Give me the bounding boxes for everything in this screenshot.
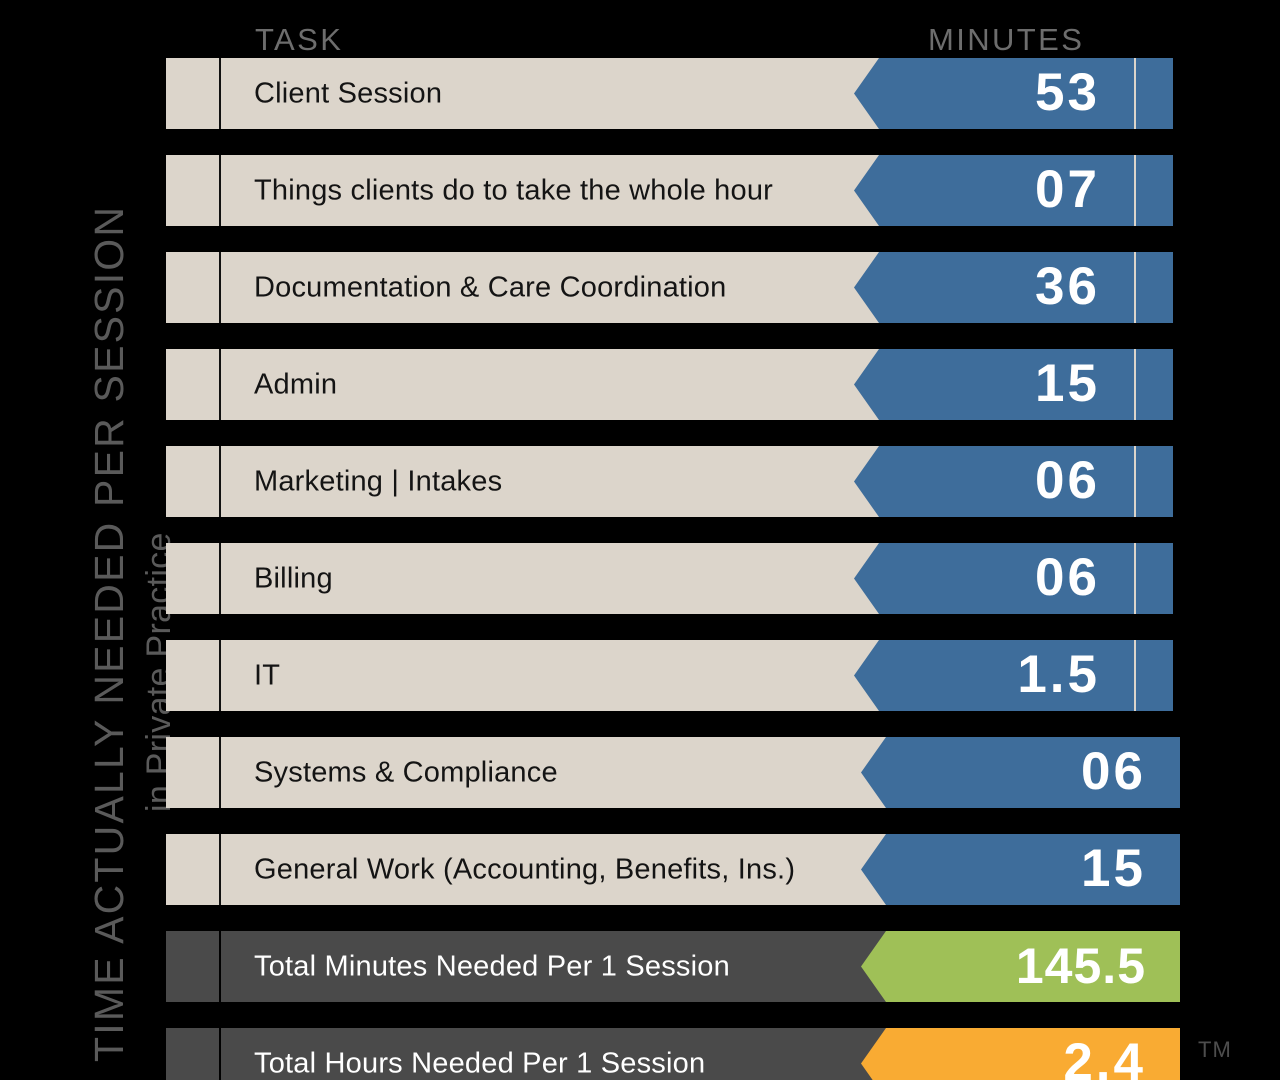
page-title: TIME ACTUALLY NEEDED PER SESSION: [86, 204, 132, 1062]
total-row-total-minutes-needed-per-1-session: Total Minutes Needed Per 1 Session 145.5: [166, 931, 1180, 1002]
row-stub-block: [166, 834, 219, 905]
task-label-client-session: Client Session: [254, 77, 443, 109]
row-stub-block: [166, 1028, 219, 1080]
task-minutes-it: 1.5: [1017, 645, 1100, 704]
undefined: 06: [861, 737, 1180, 808]
row-stub-block: [166, 640, 219, 711]
task-row-it: IT 1.5: [166, 640, 1173, 711]
row-end-cap: [1136, 446, 1173, 517]
row-stub-block: [166, 155, 219, 226]
task-minutes-systems-compliance: 06: [1081, 742, 1146, 801]
task-row-things-clients-do-to-take-the-whole-hour: Things clients do to take the whole hour…: [166, 155, 1173, 226]
task-row-documentation-care-coordination: Documentation & Care Coordination 36: [166, 252, 1173, 323]
row-end-cap: [1136, 640, 1173, 711]
column-header-minutes: MINUTES: [928, 22, 1085, 57]
row-end-cap: [1136, 155, 1173, 226]
total-label-total-hours-needed-per-1-session: Total Hours Needed Per 1 Session: [254, 1047, 706, 1079]
task-row-admin: Admin 15: [166, 349, 1173, 420]
task-minutes-client-session: 53: [1035, 63, 1100, 122]
task-minutes-billing: 06: [1035, 548, 1100, 607]
row-stub-block: [166, 446, 219, 517]
task-label-it: IT: [254, 659, 281, 691]
row-stub-block: [166, 543, 219, 614]
row-stub-block: [166, 349, 219, 420]
task-row-general-work-accounting-benefits-ins: General Work (Accounting, Benefits, Ins.…: [166, 834, 1180, 905]
task-row-systems-compliance: Systems & Compliance 06: [166, 737, 1180, 808]
undefined: 53: [854, 58, 1134, 129]
total-row-total-hours-needed-per-1-session: Total Hours Needed Per 1 Session 2.4: [166, 1028, 1180, 1080]
task-minutes-admin: 15: [1035, 354, 1100, 413]
undefined: 15: [854, 349, 1134, 420]
row-stub-block: [166, 58, 219, 129]
total-label-total-minutes-needed-per-1-session: Total Minutes Needed Per 1 Session: [254, 950, 730, 982]
undefined: 07: [854, 155, 1134, 226]
task-label-marketing-intakes: Marketing | Intakes: [254, 465, 503, 497]
total-value-total-hours-needed-per-1-session: 2.4: [1063, 1033, 1146, 1080]
task-label-admin: Admin: [254, 368, 338, 400]
vertical-title-block: TIME ACTUALLY NEEDED PER SESSION in Priv…: [0, 0, 178, 1080]
row-end-cap: [1136, 58, 1173, 129]
undefined: 15: [861, 834, 1180, 905]
trademark-mark: TM: [1198, 1037, 1232, 1062]
task-label-documentation-care-coordination: Documentation & Care Coordination: [254, 271, 727, 303]
task-label-things-clients-do-to-take-the-whole-hour: Things clients do to take the whole hour: [254, 174, 774, 206]
column-header-task: TASK: [255, 22, 344, 57]
task-label-systems-compliance: Systems & Compliance: [254, 756, 558, 788]
row-end-cap: [1136, 349, 1173, 420]
task-minutes-general-work-accounting-benefits-ins: 15: [1081, 839, 1146, 898]
task-label-general-work-accounting-benefits-ins: General Work (Accounting, Benefits, Ins.…: [254, 853, 796, 885]
row-stub-block: [166, 931, 219, 1002]
row-stub-block: [166, 737, 219, 808]
undefined: 145.5: [861, 931, 1180, 1002]
row-end-cap: [1136, 543, 1173, 614]
task-minutes-marketing-intakes: 06: [1035, 451, 1100, 510]
task-minutes-documentation-care-coordination: 36: [1035, 257, 1100, 316]
row-end-cap: [1136, 252, 1173, 323]
undefined: 36: [854, 252, 1134, 323]
task-row-marketing-intakes: Marketing | Intakes 06: [166, 446, 1173, 517]
undefined: 2.4: [861, 1028, 1180, 1080]
undefined: 1.5: [854, 640, 1134, 711]
task-row-billing: Billing 06: [166, 543, 1173, 614]
row-stub-block: [166, 252, 219, 323]
task-label-billing: Billing: [254, 562, 333, 594]
total-value-total-minutes-needed-per-1-session: 145.5: [1015, 937, 1146, 994]
undefined: 06: [854, 446, 1134, 517]
infographic-canvas: TIME ACTUALLY NEEDED PER SESSION in Priv…: [0, 0, 1280, 1080]
undefined: 06: [854, 543, 1134, 614]
task-minutes-things-clients-do-to-take-the-whole-hour: 07: [1035, 160, 1100, 219]
task-row-client-session: Client Session 53: [166, 58, 1173, 129]
